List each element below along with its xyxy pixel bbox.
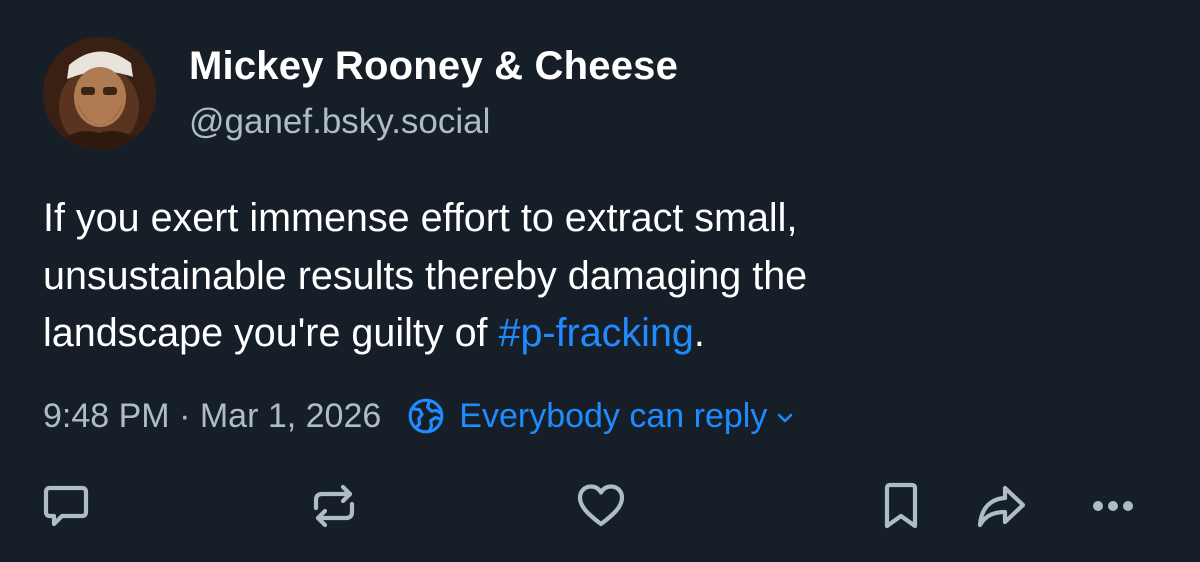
more-dots-icon xyxy=(1093,501,1133,511)
post-card: Mickey Rooney & Cheese @ganef.bsky.socia… xyxy=(0,0,1200,562)
chevron-down-icon xyxy=(778,413,793,423)
more-options-button[interactable] xyxy=(1086,480,1138,532)
post-text-line: unsustainable results thereby damaging t… xyxy=(43,253,808,298)
avatar[interactable] xyxy=(43,37,156,150)
author-display-name[interactable]: Mickey Rooney & Cheese xyxy=(189,44,678,89)
speech-bubble-icon xyxy=(43,485,89,527)
reply-button[interactable] xyxy=(40,480,92,532)
hashtag-link[interactable]: #p-fracking xyxy=(498,311,693,355)
post-actions xyxy=(0,480,1200,536)
repost-button[interactable] xyxy=(308,480,360,532)
avatar-photo-icon xyxy=(43,37,156,150)
reply-setting-label: Everybody can reply xyxy=(459,396,768,435)
globe-icon xyxy=(408,398,444,434)
author-handle[interactable]: @ganef.bsky.social xyxy=(189,102,490,142)
reply-setting-button[interactable]: Everybody can reply xyxy=(407,397,795,436)
bookmark-icon xyxy=(884,482,918,529)
post-text-line: landscape you're guilty of #p-fracking. xyxy=(43,305,1163,363)
post-text-segment: landscape you're guilty of xyxy=(43,311,499,355)
repost-icon xyxy=(313,484,355,528)
post-text-trailing: . xyxy=(693,311,705,355)
post-meta: 9:48 PM · Mar 1, 2026 Everybody can repl… xyxy=(43,393,795,439)
post-text-line: If you exert immense effort to extract s… xyxy=(43,196,798,240)
share-button[interactable] xyxy=(975,480,1027,532)
like-button[interactable] xyxy=(575,480,627,532)
share-arrow-icon xyxy=(977,485,1026,528)
post-text: If you exert immense effort to extract s… xyxy=(43,190,1163,363)
post-timestamp[interactable]: 9:48 PM · Mar 1, 2026 xyxy=(43,397,381,436)
heart-icon xyxy=(577,484,625,527)
bookmark-button[interactable] xyxy=(875,480,927,532)
